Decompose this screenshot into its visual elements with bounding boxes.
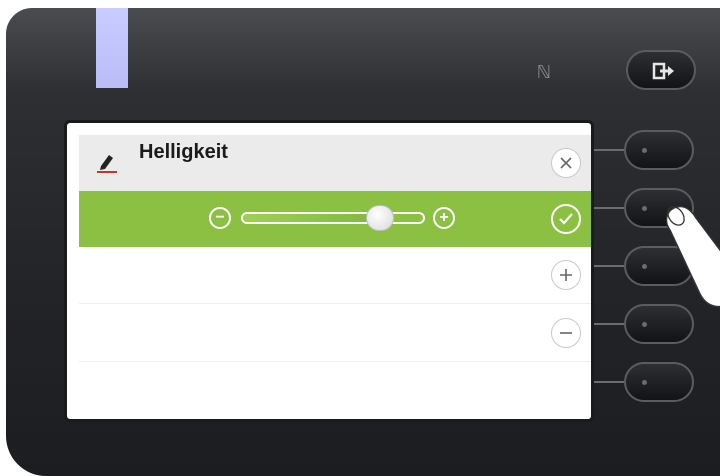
status-led xyxy=(96,8,128,88)
title-row: Helligkeit xyxy=(79,135,591,191)
check-icon xyxy=(559,213,573,225)
increase-button[interactable] xyxy=(551,260,581,290)
nfc-icon: ℕ xyxy=(536,62,552,83)
slider-decrease-button[interactable]: − xyxy=(209,207,231,229)
slider-increase-button[interactable]: + xyxy=(433,207,455,229)
page-title: Helligkeit xyxy=(139,141,228,163)
pencil-icon xyxy=(97,155,117,173)
empty-row xyxy=(79,363,591,419)
increase-row xyxy=(79,247,591,304)
confirm-button[interactable] xyxy=(551,204,581,234)
line-key-1[interactable] xyxy=(624,130,694,170)
brightness-slider-row: − + xyxy=(79,191,591,247)
slider-track[interactable] xyxy=(241,212,425,224)
close-button[interactable] xyxy=(551,148,581,178)
brightness-slider[interactable]: − + xyxy=(209,205,459,231)
phone-device: ℕ Helligkeit − + xyxy=(6,8,720,476)
decrease-row xyxy=(79,305,591,362)
exit-icon xyxy=(652,62,674,80)
pointing-finger-icon xyxy=(665,205,720,308)
close-icon xyxy=(560,157,572,169)
phone-display: Helligkeit − + xyxy=(64,120,594,422)
minus-icon xyxy=(560,332,572,334)
exit-key[interactable] xyxy=(626,50,696,90)
line-key-5[interactable] xyxy=(624,362,694,402)
slider-thumb[interactable] xyxy=(365,205,394,231)
decrease-button[interactable] xyxy=(551,318,581,348)
plus-icon xyxy=(560,269,572,281)
